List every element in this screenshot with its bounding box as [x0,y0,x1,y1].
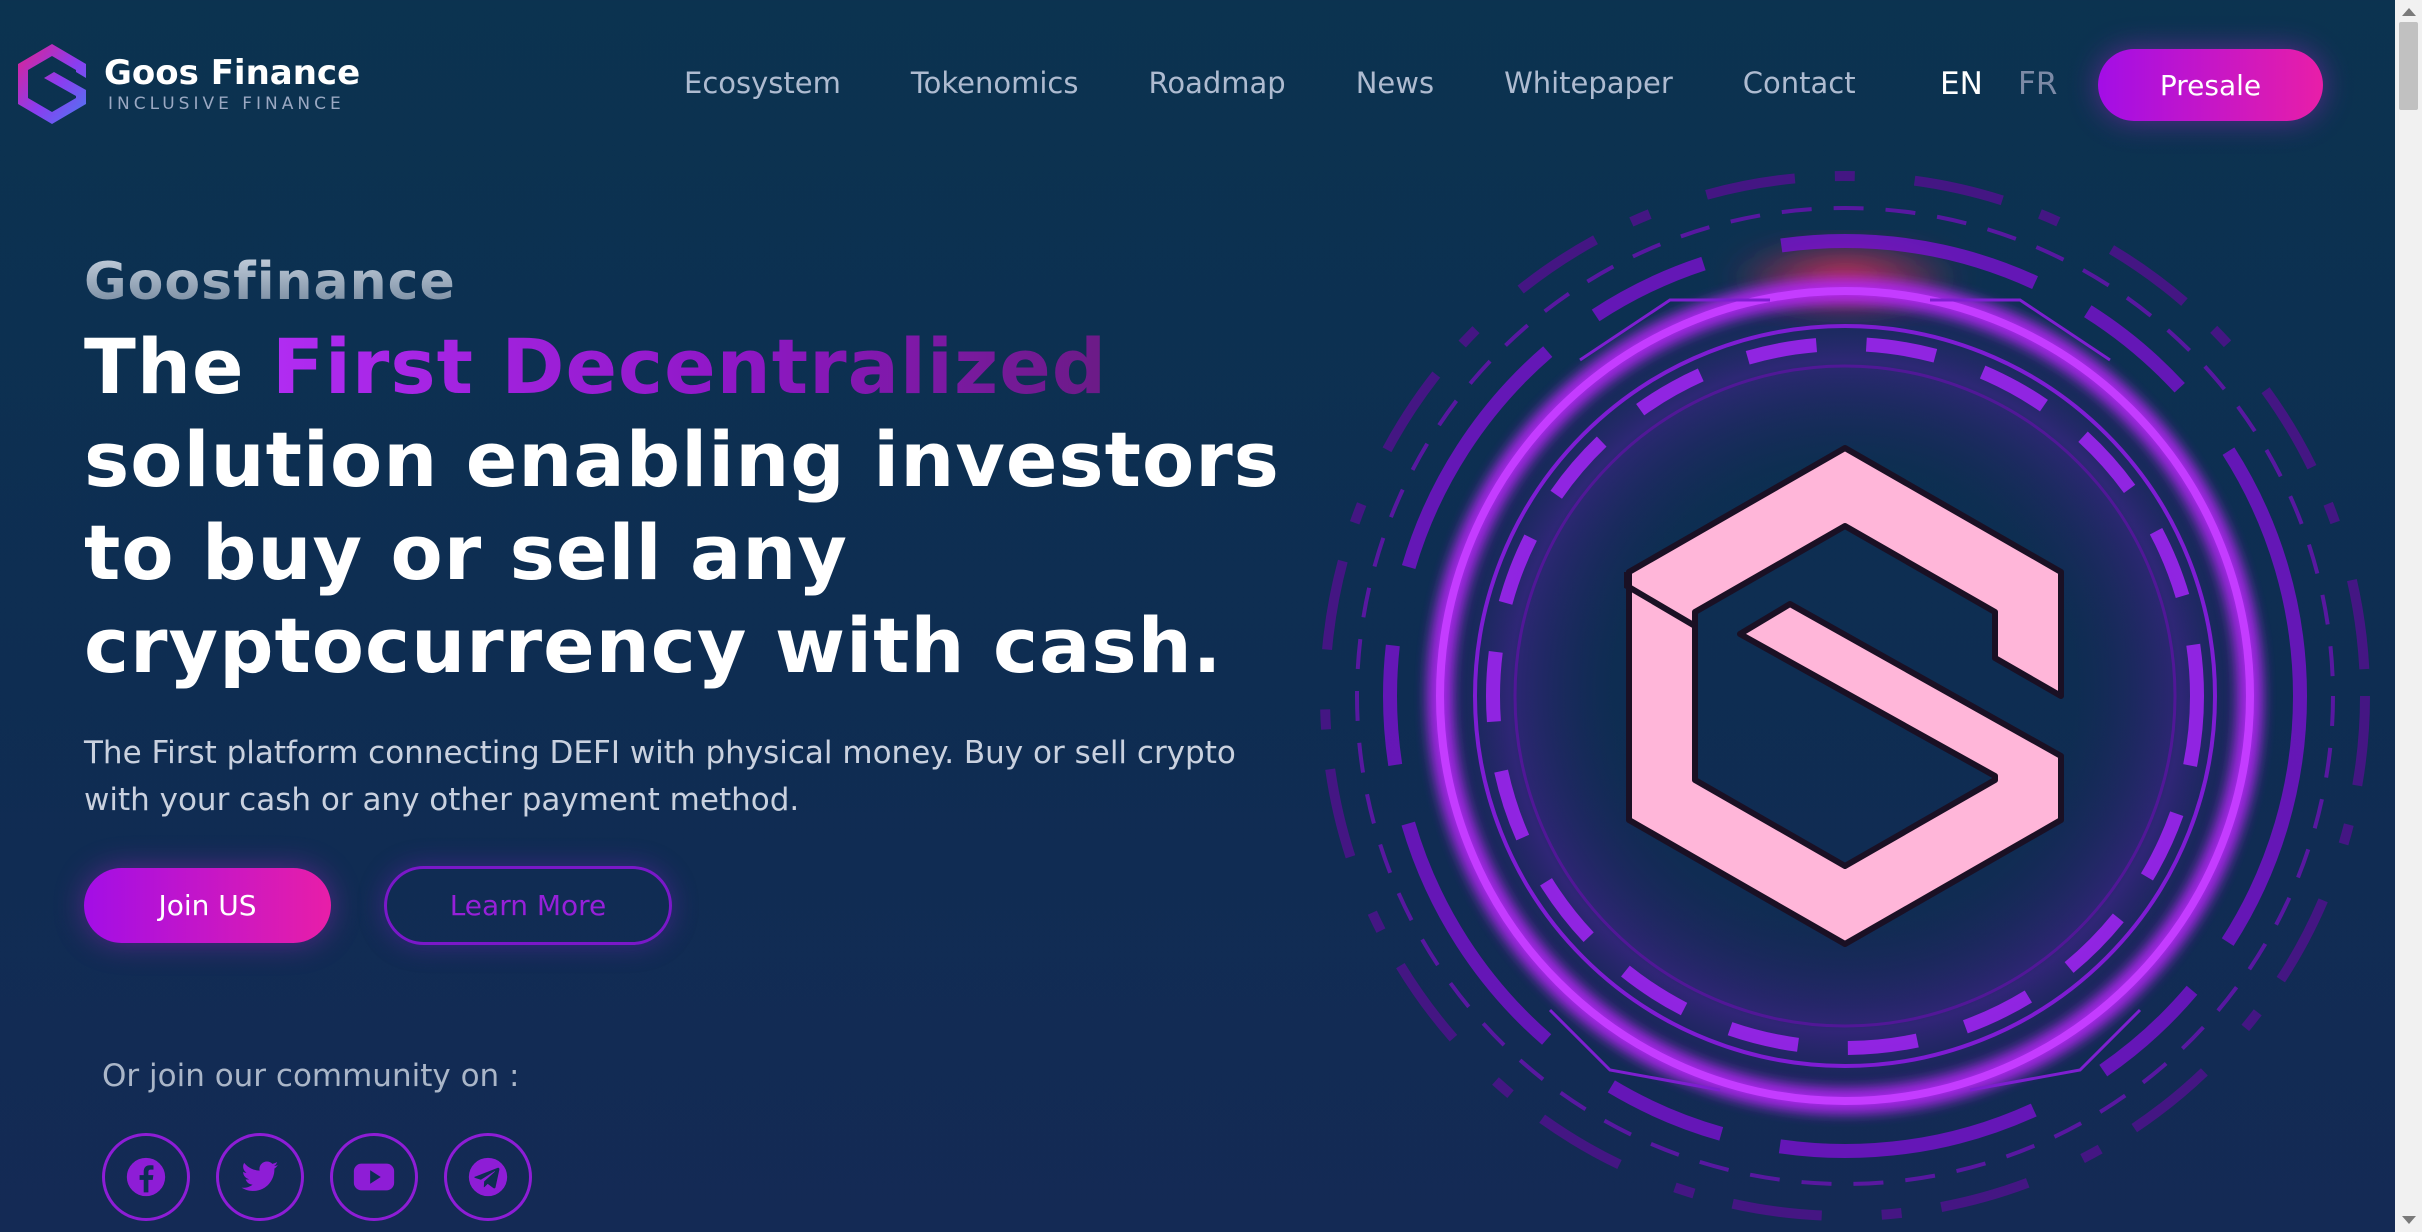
brand-name: Goos Finance [104,53,361,93]
join-us-button[interactable]: Join US [84,868,331,943]
scroll-down-arrow-icon[interactable] [2402,1216,2416,1224]
facebook-icon [126,1157,166,1197]
main-nav: Ecosystem Tokenomics Roadmap News Whitep… [684,66,1926,100]
youtube-link[interactable] [330,1133,418,1221]
language-en[interactable]: EN [1940,66,1983,102]
nav-item-news[interactable]: News [1356,66,1434,100]
scroll-up-arrow-icon[interactable] [2402,8,2416,16]
twitter-icon [241,1161,279,1191]
hero-headline: The First Decentralized solution enablin… [84,320,1284,692]
social-links [102,1133,532,1221]
twitter-link[interactable] [216,1133,304,1221]
nav-item-contact[interactable]: Contact [1743,66,1856,100]
nav-item-tokenomics[interactable]: Tokenomics [911,66,1079,100]
nav-item-roadmap[interactable]: Roadmap [1148,66,1285,100]
telegram-link[interactable] [444,1133,532,1221]
hero-subtext: The First platform connecting DEFI with … [84,735,1236,818]
glowing-logo-rings-illustration [1320,171,2370,1221]
page-scrollbar[interactable] [2395,0,2422,1232]
community-label: Or join our community on : [102,1058,520,1094]
learn-more-button[interactable]: Learn More [384,866,672,945]
scroll-thumb[interactable] [2399,22,2418,110]
facebook-link[interactable] [102,1133,190,1221]
brand-tagline: INCLUSIVE FINANCE [108,94,345,114]
hero-illustration [1250,150,2395,1232]
headline-prefix: The [84,322,272,411]
headline-rest: solution enabling investors to buy or se… [84,415,1280,690]
nav-item-whitepaper[interactable]: Whitepaper [1504,66,1673,100]
goos-logo-icon [18,44,86,124]
headline-accent: First Decentralized [271,322,1108,411]
language-fr[interactable]: FR [2018,66,2057,102]
brand-logo[interactable]: Goos Finance INCLUSIVE FINANCE [14,40,360,128]
site-header: Goos Finance INCLUSIVE FINANCE Ecosystem… [0,0,2395,170]
hero-eyebrow: Goosfinance [84,252,456,312]
nav-item-ecosystem[interactable]: Ecosystem [684,66,841,100]
presale-button[interactable]: Presale [2098,49,2323,121]
telegram-icon [468,1157,508,1197]
youtube-icon [353,1163,395,1191]
